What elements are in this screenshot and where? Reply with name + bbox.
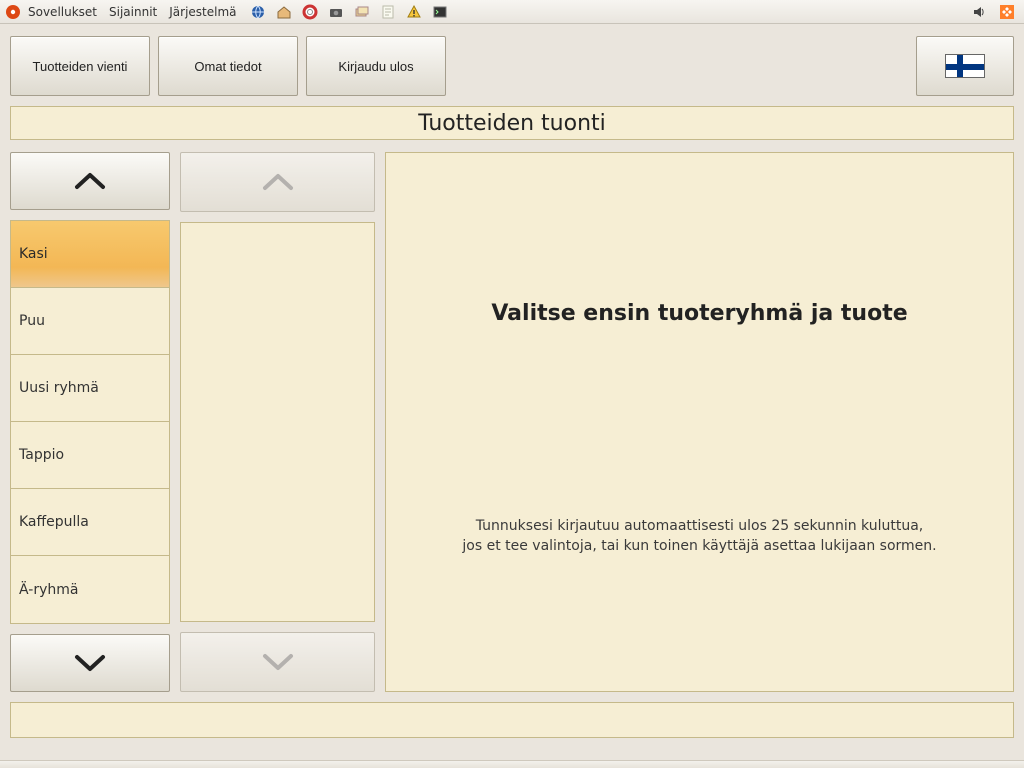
product-column — [180, 152, 375, 692]
top-button-row: Tuotteiden vienti Omat tiedot Kirjaudu u… — [10, 36, 1014, 96]
camera-icon[interactable] — [327, 3, 345, 21]
content-headline: Valitse ensin tuoteryhmä ja tuote — [491, 301, 907, 326]
globe-icon[interactable] — [249, 3, 267, 21]
own-info-button[interactable]: Omat tiedot — [158, 36, 298, 96]
terminal-icon[interactable] — [431, 3, 449, 21]
content-info-line2: jos et tee valintoja, tai kun toinen käy… — [462, 538, 936, 554]
category-item[interactable]: Kaffepulla — [11, 489, 169, 556]
category-item[interactable]: Kasi — [11, 221, 169, 288]
status-bar — [10, 702, 1014, 738]
product-list — [180, 222, 375, 622]
warning-icon[interactable] — [405, 3, 423, 21]
home-icon[interactable] — [275, 3, 293, 21]
category-list: KasiPuuUusi ryhmäTappioKaffepullaÄ-ryhmä — [10, 220, 170, 624]
volume-icon[interactable] — [970, 3, 988, 21]
folder-stack-icon[interactable] — [353, 3, 371, 21]
lifebuoy-icon[interactable] — [301, 3, 319, 21]
page-title: Tuotteiden tuonti — [10, 106, 1014, 140]
ubuntu-logo-icon — [4, 3, 22, 21]
category-item[interactable]: Uusi ryhmä — [11, 355, 169, 422]
app-indicator-icon[interactable] — [998, 3, 1016, 21]
panel-tray-right — [970, 3, 1020, 21]
panel-menu-places[interactable]: Sijainnit — [103, 5, 163, 19]
category-scroll-up-button[interactable] — [10, 152, 170, 210]
content-info-line1: Tunnuksesi kirjautuu automaattisesti ulo… — [476, 518, 924, 534]
chevron-down-icon — [261, 651, 295, 673]
panel-launchers — [249, 3, 449, 21]
product-scroll-up-button[interactable] — [180, 152, 375, 212]
content-info: Tunnuksesi kirjautuu automaattisesti ulo… — [462, 516, 936, 557]
locale-flag-button[interactable] — [916, 36, 1014, 96]
export-products-button[interactable]: Tuotteiden vienti — [10, 36, 150, 96]
note-icon[interactable] — [379, 3, 397, 21]
flag-finland-icon — [945, 54, 985, 78]
system-bottom-panel — [0, 760, 1024, 768]
logout-button[interactable]: Kirjaudu ulos — [306, 36, 446, 96]
main-area: KasiPuuUusi ryhmäTappioKaffepullaÄ-ryhmä… — [10, 152, 1014, 692]
app-window: Tuotteiden vienti Omat tiedot Kirjaudu u… — [0, 24, 1024, 768]
panel-menu-apps[interactable]: Sovellukset — [22, 5, 103, 19]
category-item[interactable]: Puu — [11, 288, 169, 355]
product-scroll-down-button[interactable] — [180, 632, 375, 692]
category-item[interactable]: Tappio — [11, 422, 169, 489]
category-item[interactable]: Ä-ryhmä — [11, 556, 169, 623]
category-scroll-down-button[interactable] — [10, 634, 170, 692]
chevron-down-icon — [73, 652, 107, 674]
category-column: KasiPuuUusi ryhmäTappioKaffepullaÄ-ryhmä — [10, 152, 170, 692]
content-panel: Valitse ensin tuoteryhmä ja tuote Tunnuk… — [385, 152, 1014, 692]
system-top-panel: Sovellukset Sijainnit Järjestelmä — [0, 0, 1024, 24]
panel-menu-system[interactable]: Järjestelmä — [163, 5, 242, 19]
chevron-up-icon — [73, 170, 107, 192]
chevron-up-icon — [261, 171, 295, 193]
